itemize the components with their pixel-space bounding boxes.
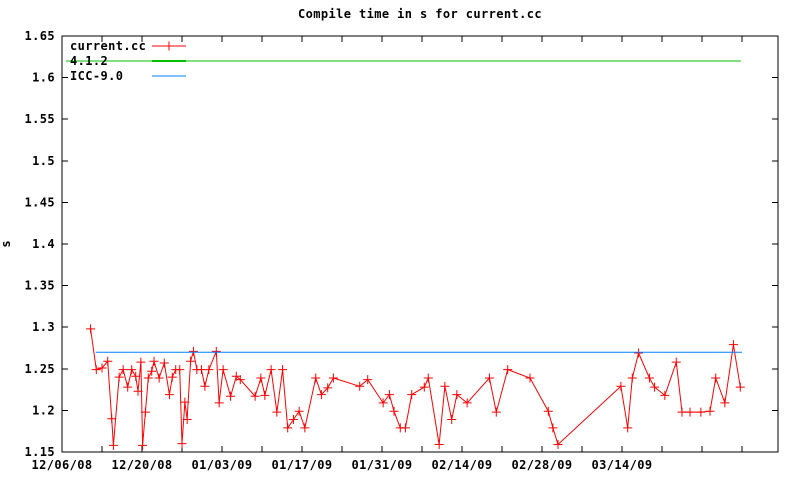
x-tick-label: 01/03/09: [192, 458, 253, 472]
legend-sample-current.cc: [152, 41, 186, 51]
chart-canvas: Compile time in s for current.cc s 1.15 1…: [0, 0, 800, 480]
x-tick-label: 02/14/09: [432, 458, 493, 472]
y-tick-label: 1.4: [32, 237, 55, 251]
plot-area: 1.15 1.2 1.25 1.3 1.35 1.4 1.45 1.5 1.55 1.6 1.65 1…: [25, 29, 779, 472]
y-tick-label: 1.25: [25, 362, 56, 376]
y-tick-label: 1.6: [32, 71, 55, 85]
y-tick-label: 1.15: [25, 445, 56, 459]
x-tick-label: 12/06/08: [32, 458, 93, 472]
y-tick-label: 1.2: [32, 403, 55, 417]
x-tick-label: 01/17/09: [272, 458, 333, 472]
legend-label-ICC-9.0: ICC-9.0: [70, 69, 123, 83]
legend-label-current.cc: current.cc: [70, 39, 146, 53]
y-tick-label: 1.65: [25, 29, 56, 43]
legend-label-4.1.2: 4.1.2: [70, 54, 108, 68]
y-tick-label: 1.3: [32, 320, 55, 334]
x-tick-label: 01/31/09: [352, 458, 413, 472]
y-tick-label: 1.45: [25, 195, 56, 209]
x-tick-label: 02/28/09: [512, 458, 573, 472]
y-tick-label: 1.55: [25, 112, 56, 126]
y-tick-label: 1.35: [25, 279, 56, 293]
y-tick-label: 1.5: [32, 154, 55, 168]
x-tick-label: 12/20/08: [112, 458, 173, 472]
series-current.cc: [86, 324, 745, 450]
x-tick-label: 03/14/09: [592, 458, 653, 472]
